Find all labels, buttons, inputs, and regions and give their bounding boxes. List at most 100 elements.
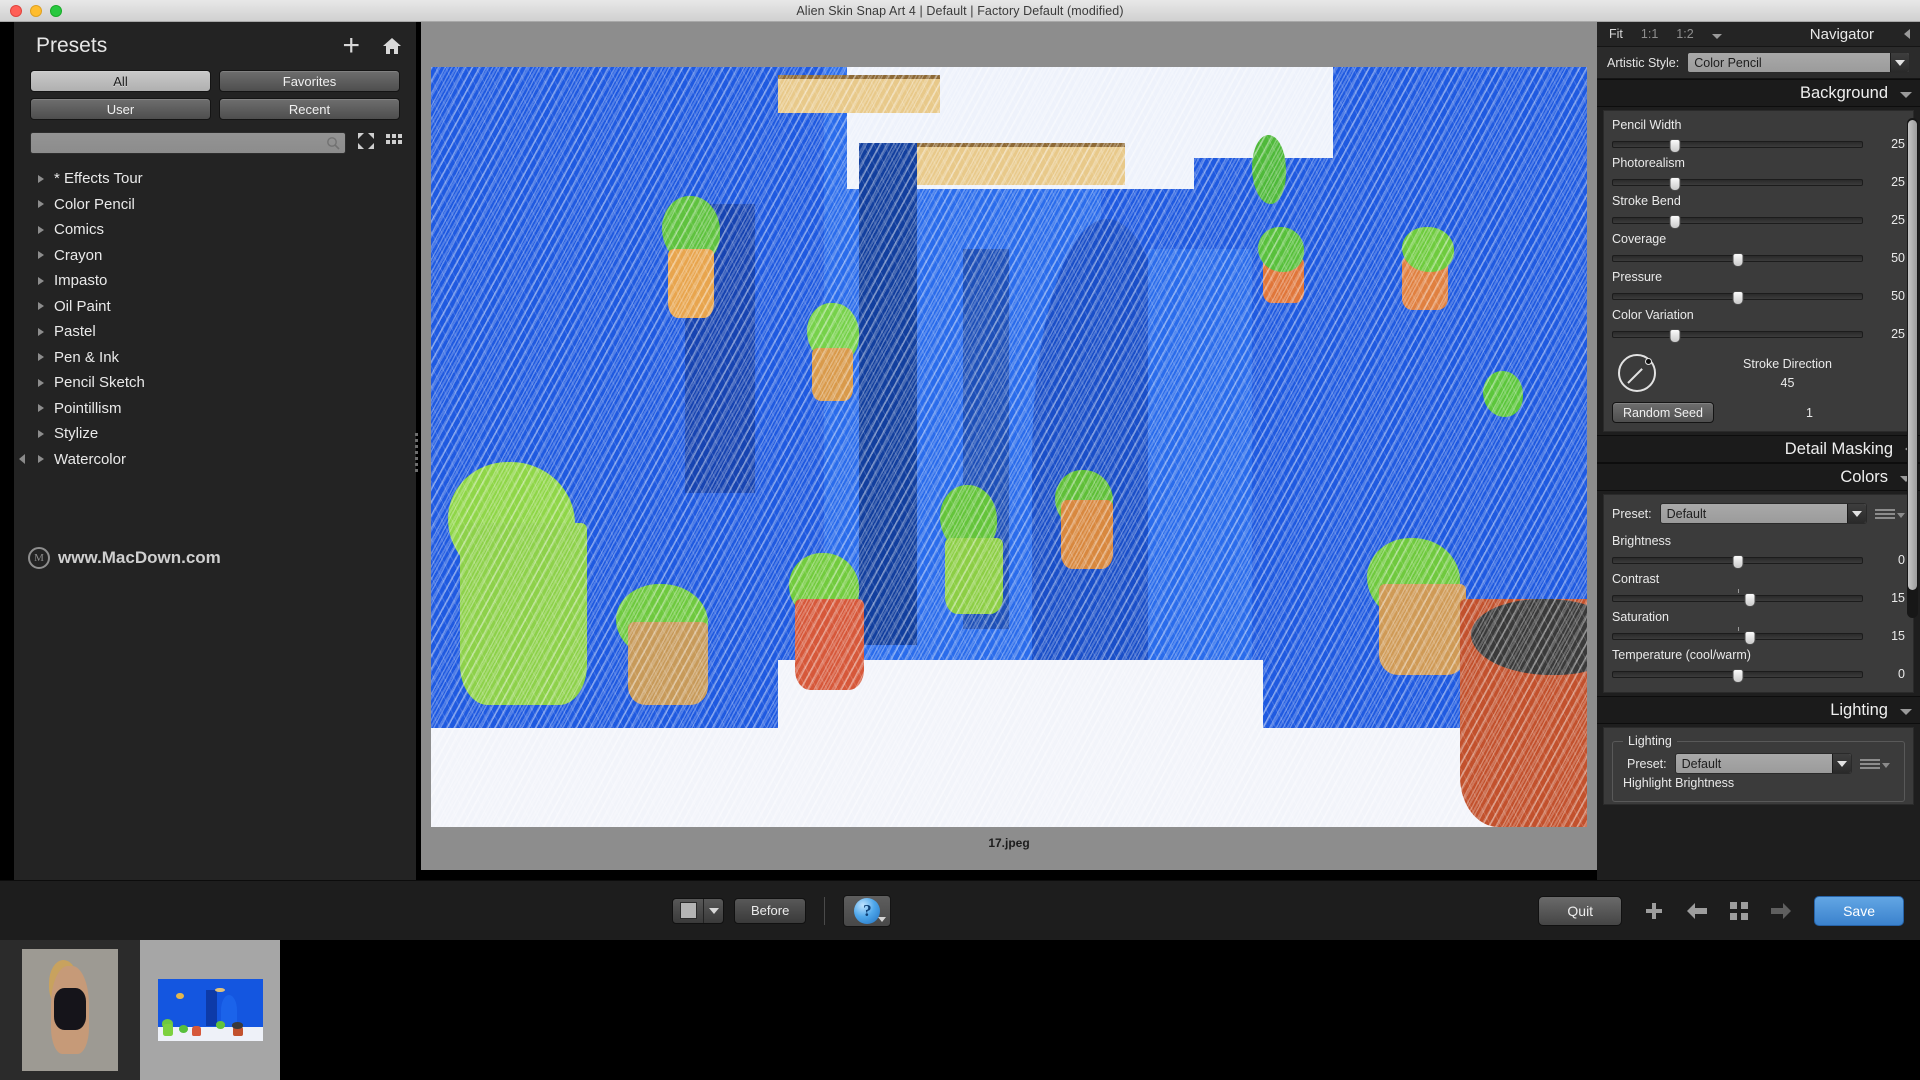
slider-knob[interactable] — [1669, 176, 1681, 191]
zoom-1-1-button[interactable]: 1:1 — [1641, 27, 1658, 41]
slider-photorealism[interactable]: Photorealism 25 — [1604, 154, 1913, 192]
chevron-down-icon[interactable] — [703, 898, 723, 923]
preset-search-row — [14, 126, 416, 158]
chevron-left-icon[interactable] — [1904, 29, 1910, 39]
slider-track[interactable] — [1612, 290, 1863, 305]
slider-pencil-width[interactable]: Pencil Width 25 — [1604, 116, 1913, 154]
slider-label: Stroke Bend — [1612, 194, 1681, 208]
slider-track[interactable] — [1612, 554, 1863, 569]
slider-knob[interactable] — [1732, 668, 1743, 683]
before-button[interactable]: Before — [734, 897, 807, 924]
search-input[interactable] — [31, 136, 345, 150]
scrollbar-thumb[interactable] — [1908, 120, 1917, 590]
slider-pressure[interactable]: Pressure 50 — [1604, 268, 1913, 306]
preset-category-pointillism[interactable]: Pointillism — [38, 396, 416, 422]
slider-temperature[interactable]: Temperature (cool/warm) 0 — [1604, 646, 1913, 684]
slider-track[interactable] — [1612, 328, 1863, 343]
chevron-down-icon[interactable] — [1890, 53, 1909, 72]
section-header-lighting[interactable]: Lighting — [1597, 696, 1920, 724]
search-box[interactable] — [30, 132, 346, 154]
slider-track[interactable] — [1612, 214, 1863, 229]
save-button[interactable]: Save — [1814, 895, 1904, 926]
slider-stroke-bend[interactable]: Stroke Bend 25 — [1604, 192, 1913, 230]
preset-category-pen-and-ink[interactable]: Pen & Ink — [38, 345, 416, 371]
slider-saturation[interactable]: Saturation 15 — [1604, 608, 1913, 646]
artistic-style-select[interactable]: Color Pencil — [1687, 52, 1910, 73]
preset-category-comics[interactable]: Comics — [38, 217, 416, 243]
slider-track[interactable] — [1612, 588, 1863, 607]
add-preset-icon[interactable]: + — [342, 31, 360, 61]
slider-contrast[interactable]: Contrast 15 — [1604, 570, 1913, 608]
slider-brightness[interactable]: Brightness 0 — [1604, 532, 1913, 570]
preset-category-pastel[interactable]: Pastel — [38, 319, 416, 345]
slider-coverage[interactable]: Coverage 50 — [1604, 230, 1913, 268]
lighting-preset-menu-button[interactable] — [1860, 758, 1890, 769]
arrow-right-icon[interactable] — [1770, 902, 1792, 920]
arrow-left-icon[interactable] — [1686, 902, 1708, 920]
slider-knob[interactable] — [1744, 630, 1756, 645]
slider-value: 0 — [1898, 553, 1905, 567]
watermark: M www.MacDown.com — [28, 547, 221, 569]
section-header-detail-masking[interactable]: Detail Masking — [1597, 435, 1920, 463]
help-button[interactable]: ? — [843, 894, 892, 927]
collapse-panel-button[interactable] — [16, 447, 28, 471]
preset-category-crayon[interactable]: Crayon — [38, 243, 416, 269]
slider-track[interactable] — [1612, 668, 1863, 683]
slider-knob[interactable] — [1732, 554, 1743, 569]
stroke-direction-control[interactable]: Stroke Direction 45 — [1604, 344, 1913, 396]
section-body-lighting: Lighting Preset: Default Highlight Brigh… — [1603, 727, 1914, 805]
chevron-down-icon[interactable] — [1900, 91, 1912, 98]
image-canvas-area[interactable]: 17.jpeg — [421, 22, 1597, 870]
preset-category-effects-tour[interactable]: * Effects Tour — [38, 166, 416, 192]
chevron-down-icon[interactable] — [1847, 504, 1866, 523]
grid-icon[interactable] — [1730, 901, 1749, 920]
collapse-arrows-icon[interactable] — [358, 132, 374, 154]
grid-view-icon[interactable] — [386, 133, 402, 153]
lighting-preset-select[interactable]: Default — [1674, 753, 1852, 774]
preview-image[interactable] — [431, 67, 1587, 827]
slider-knob[interactable] — [1669, 214, 1681, 229]
filmstrip-thumbnail-courtyard[interactable] — [140, 940, 280, 1080]
preset-category-oil-paint[interactable]: Oil Paint — [38, 294, 416, 320]
preset-category-label: Pencil Sketch — [54, 374, 145, 392]
panel-resize-grip[interactable] — [412, 432, 420, 472]
filter-favorites[interactable]: Favorites — [219, 70, 400, 92]
preset-category-watercolor[interactable]: Watercolor — [38, 447, 416, 473]
slider-knob[interactable] — [1669, 138, 1681, 153]
filter-user[interactable]: User — [30, 98, 211, 120]
filter-recent[interactable]: Recent — [219, 98, 400, 120]
colors-preset-menu-button[interactable] — [1875, 508, 1905, 519]
colors-preset-select[interactable]: Default — [1659, 503, 1867, 524]
filter-all[interactable]: All — [30, 70, 211, 92]
slider-knob[interactable] — [1732, 252, 1743, 267]
zoom-1-2-button[interactable]: 1:2 — [1676, 27, 1693, 41]
slider-color-variation[interactable]: Color Variation 25 — [1604, 306, 1913, 344]
random-seed-button[interactable]: Random Seed — [1612, 402, 1714, 423]
preset-category-pencil-sketch[interactable]: Pencil Sketch — [38, 370, 416, 396]
chevron-down-icon[interactable] — [1832, 754, 1851, 773]
settings-scrollbar[interactable] — [1907, 118, 1918, 618]
filmstrip-thumbnail-portrait[interactable] — [0, 940, 140, 1080]
chevron-down-icon[interactable] — [1900, 708, 1912, 715]
slider-knob[interactable] — [1669, 328, 1681, 343]
slider-track[interactable] — [1612, 138, 1863, 153]
section-header-background[interactable]: Background — [1597, 79, 1920, 107]
add-icon[interactable] — [1644, 901, 1664, 921]
zoom-fit-button[interactable]: Fit — [1609, 27, 1623, 41]
preset-category-color-pencil[interactable]: Color Pencil — [38, 192, 416, 218]
slider-track[interactable] — [1612, 626, 1863, 645]
chevron-down-icon[interactable] — [878, 916, 887, 922]
preset-category-stylize[interactable]: Stylize — [38, 421, 416, 447]
slider-knob[interactable] — [1732, 290, 1743, 305]
home-icon[interactable] — [382, 37, 402, 55]
slider-knob[interactable] — [1744, 592, 1756, 607]
slider-track[interactable] — [1612, 252, 1863, 267]
slider-track[interactable] — [1612, 176, 1863, 191]
background-color-swatch-button[interactable] — [672, 897, 724, 924]
slider-value: 0 — [1898, 667, 1905, 681]
quit-button[interactable]: Quit — [1538, 895, 1623, 926]
section-header-colors[interactable]: Colors — [1597, 463, 1920, 491]
preset-category-impasto[interactable]: Impasto — [38, 268, 416, 294]
stroke-direction-dial-icon[interactable] — [1618, 354, 1656, 392]
chevron-down-icon[interactable] — [1711, 33, 1722, 39]
